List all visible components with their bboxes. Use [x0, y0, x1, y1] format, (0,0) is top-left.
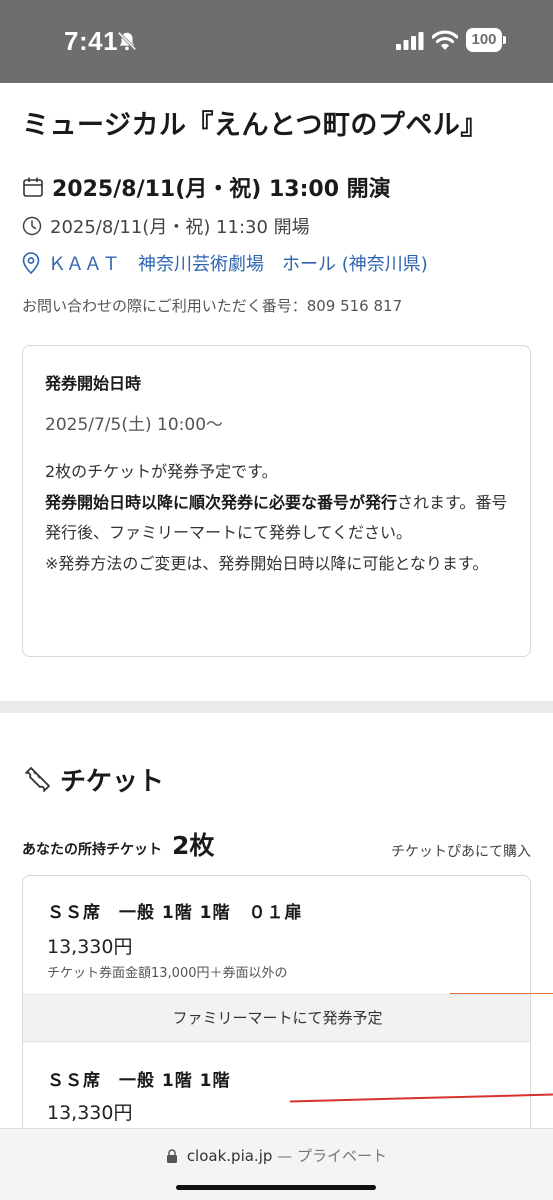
cellular-signal-icon: [396, 32, 424, 50]
open-time-row: 2025/8/11(月・祝) 11:30 開場: [22, 213, 310, 239]
status-time: 7:41: [64, 26, 119, 56]
issue-line-2: 発券開始日時以降に順次発券に必要な番号が発行されます。番号発行後、ファミリーマー…: [45, 488, 510, 549]
pickup-status-band: ファミリーマートにて発券予定: [23, 994, 530, 1042]
ticket-1-seat: ＳＳ席 一般 1階 1階 ０１扉: [47, 903, 303, 923]
bell-slash-icon: [117, 31, 137, 51]
ticket-1-price: 13,330円: [47, 936, 133, 958]
owned-label: あなたの所持チケット: [22, 842, 162, 858]
location-pin-icon: [22, 252, 40, 274]
open-time-text: 2025/8/11(月・祝) 11:30 開場: [50, 217, 310, 238]
lock-icon: [167, 1149, 178, 1163]
show-time-text: 2025/8/11(月・祝) 13:00 開演: [52, 177, 391, 202]
issue-line-1: 2枚のチケットが発券予定です。: [45, 462, 278, 481]
wifi-icon: [432, 30, 458, 50]
issue-info-card: 発券開始日時 2025/7/5(土) 10:00～ 2枚のチケットが発券予定です…: [22, 345, 531, 657]
issue-heading: 発券開始日時: [45, 374, 142, 393]
clock-icon: [22, 216, 42, 236]
browser-address-bar[interactable]: cloak.pia.jp — プライベート: [0, 1128, 553, 1200]
ticket-heading-text: チケット: [60, 767, 165, 797]
calendar-icon: [23, 177, 43, 197]
event-title: ミュージカル『えんとつ町のプペル』: [22, 110, 488, 141]
annotation-line: [450, 993, 553, 994]
owned-tickets: あなたの所持チケット 2枚: [22, 826, 214, 862]
ticket-2-seat: ＳＳ席 一般 1階 1階: [47, 1071, 231, 1091]
url-text: cloak.pia.jp: [186, 1147, 273, 1165]
url-display[interactable]: cloak.pia.jp — プライベート: [0, 1145, 553, 1166]
venue-text[interactable]: ＫＡＡＴ 神奈川芸術劇場 ホール (神奈川県): [48, 250, 428, 276]
inquiry-number: お問い合わせの際にご利用いただく番号：809 516 817: [22, 297, 403, 315]
home-indicator[interactable]: [176, 1185, 376, 1190]
issue-bold-text: 発券開始日時以降に順次発券に必要な番号が発行: [45, 492, 398, 512]
show-time-row: 2025/8/11(月・祝) 13:00 開演: [22, 171, 391, 203]
ticket-section-heading: チケット: [22, 761, 164, 798]
ticket-1-price-note: チケット券面金額13,000円＋券面以外の: [47, 966, 288, 981]
purchase-link[interactable]: チケットぴあにて購入: [391, 841, 531, 861]
venue-link[interactable]: ＫＡＡＴ 神奈川芸術劇場 ホール (神奈川県): [22, 250, 428, 276]
issue-date: 2025/7/5(土) 10:00～: [45, 415, 224, 435]
private-mode-label: — プライベート: [277, 1147, 387, 1165]
ticket-icon: [25, 766, 50, 792]
issue-note: ※発券方法のご変更は、発券開始日時以降に可能となります。: [45, 553, 489, 573]
owned-count: 2枚: [172, 831, 215, 860]
ticket-2-price: 13,330円: [47, 1102, 133, 1124]
battery-icon: 100: [466, 28, 506, 52]
status-bar: 7:41 100: [0, 0, 553, 83]
battery-level: 100: [466, 28, 502, 52]
section-divider: [0, 701, 553, 713]
issue-description: 2枚のチケットが発券予定です。 発券開始日時以降に順次発券に必要な番号が発行され…: [45, 457, 510, 579]
